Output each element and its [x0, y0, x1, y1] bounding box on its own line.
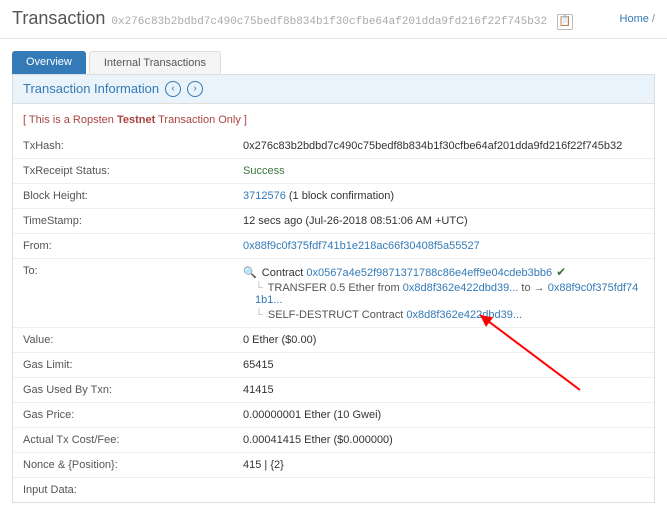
- row-gasused: Gas Used By Txn: 41415: [13, 377, 654, 402]
- value-gasprice: 0.00000001 Ether (10 Gwei): [243, 409, 644, 421]
- tabs: Overview Internal Transactions: [12, 51, 655, 74]
- tab-overview[interactable]: Overview: [12, 51, 86, 74]
- label-receipt: TxReceipt Status:: [23, 165, 243, 177]
- value-receipt: Success: [243, 165, 644, 177]
- row-nonce: Nonce & {Position}: 415 | {2}: [13, 452, 654, 477]
- label-gasprice: Gas Price:: [23, 409, 243, 421]
- block-link[interactable]: 3712576: [243, 190, 286, 202]
- header-left: Transaction 0x276c83b2bdbd7c490c75bedf8b…: [12, 8, 573, 30]
- row-value: Value: 0 Ether ($0.00): [13, 327, 654, 352]
- label-block: Block Height:: [23, 190, 243, 202]
- info-panel: Transaction Information ‹ › [ This is a …: [12, 74, 655, 503]
- label-cost: Actual Tx Cost/Fee:: [23, 434, 243, 446]
- selfd-link[interactable]: 0x8d8f362e422dbd39...: [406, 309, 522, 321]
- transfer-line: └ TRANSFER 0.5 Ether from 0x8d8f362e422d…: [243, 282, 644, 306]
- search-icon[interactable]: 🔍: [243, 267, 257, 279]
- tree-icon: └: [255, 309, 263, 321]
- transfer-to-word: to →: [518, 282, 547, 294]
- value-timestamp: 12 secs ago (Jul-26-2018 08:51:06 AM +UT…: [243, 215, 644, 227]
- value-value: 0 Ether ($0.00): [243, 334, 644, 346]
- transfer-from-link[interactable]: 0x8d8f362e422dbd39...: [403, 282, 519, 294]
- prev-tx-icon[interactable]: ‹: [165, 81, 181, 97]
- contract-word: Contract: [259, 267, 307, 279]
- value-cost: 0.00041415 Ether ($0.000000): [243, 434, 644, 446]
- label-to: To:: [23, 265, 243, 277]
- value-to: 🔍 Contract 0x0567a4e52f9871371788c86e4ef…: [243, 265, 644, 321]
- label-from: From:: [23, 240, 243, 252]
- row-to: To: 🔍 Contract 0x0567a4e52f9871371788c86…: [13, 258, 654, 327]
- row-cost: Actual Tx Cost/Fee: 0.00041415 Ether ($0…: [13, 427, 654, 452]
- row-block: Block Height: 3712576 (1 block confirmat…: [13, 183, 654, 208]
- tx-fields: TxHash: 0x276c83b2bdbd7c490c75bedf8b834b…: [13, 134, 654, 502]
- from-link[interactable]: 0x88f9c0f375fdf741b1e218ac66f30408f5a555…: [243, 240, 480, 252]
- value-gasused: 41415: [243, 384, 644, 396]
- breadcrumb-home[interactable]: Home: [620, 13, 649, 25]
- row-txhash: TxHash: 0x276c83b2bdbd7c490c75bedf8b834b…: [13, 134, 654, 158]
- row-inputdata: Input Data:: [13, 477, 654, 502]
- page-header: Transaction 0x276c83b2bdbd7c490c75bedf8b…: [0, 0, 667, 39]
- copy-icon[interactable]: 📋: [557, 14, 573, 30]
- label-gaslimit: Gas Limit:: [23, 359, 243, 371]
- ropsten-notice: [ This is a Ropsten Testnet Transaction …: [13, 104, 654, 134]
- row-gasprice: Gas Price: 0.00000001 Ether (10 Gwei): [13, 402, 654, 427]
- value-nonce: 415 | {2}: [243, 459, 644, 471]
- selfdestruct-line: └ SELF-DESTRUCT Contract 0x8d8f362e422db…: [243, 309, 644, 321]
- transfer-text: TRANSFER 0.5 Ether from: [265, 282, 403, 294]
- ropsten-open: [ This is a Ropsten: [23, 114, 117, 126]
- label-txhash: TxHash:: [23, 140, 243, 152]
- value-block: 3712576 (1 block confirmation): [243, 190, 644, 202]
- next-tx-icon[interactable]: ›: [187, 81, 203, 97]
- panel-head: Transaction Information ‹ ›: [13, 75, 654, 104]
- header-hash: 0x276c83b2bdbd7c490c75bedf8b834b1f30cfbe…: [111, 16, 547, 28]
- ropsten-bold: Testnet: [117, 114, 155, 126]
- breadcrumb-sep: /: [649, 13, 655, 25]
- label-gasused: Gas Used By Txn:: [23, 384, 243, 396]
- selfd-text: SELF-DESTRUCT Contract: [265, 309, 407, 321]
- row-receipt: TxReceipt Status: Success: [13, 158, 654, 183]
- to-contract-link[interactable]: 0x0567a4e52f9871371788c86e4eff9e04cdeb3b…: [306, 267, 552, 279]
- label-inputdata: Input Data:: [23, 484, 243, 496]
- row-gaslimit: Gas Limit: 65415: [13, 352, 654, 377]
- page-title: Transaction: [12, 8, 105, 29]
- label-value: Value:: [23, 334, 243, 346]
- row-timestamp: TimeStamp: 12 secs ago (Jul-26-2018 08:5…: [13, 208, 654, 233]
- tab-internal[interactable]: Internal Transactions: [89, 51, 221, 74]
- tree-icon: └: [255, 282, 263, 294]
- panel-title: Transaction Information: [23, 81, 159, 96]
- value-gaslimit: 65415: [243, 359, 644, 371]
- value-from: 0x88f9c0f375fdf741b1e218ac66f30408f5a555…: [243, 240, 644, 252]
- ropsten-close: Transaction Only ]: [155, 114, 247, 126]
- value-txhash: 0x276c83b2bdbd7c490c75bedf8b834b1f30cfbe…: [243, 140, 644, 152]
- block-conf: (1 block confirmation): [286, 190, 394, 202]
- check-icon: ✔: [556, 265, 566, 279]
- breadcrumb: Home /: [620, 13, 655, 25]
- label-timestamp: TimeStamp:: [23, 215, 243, 227]
- row-from: From: 0x88f9c0f375fdf741b1e218ac66f30408…: [13, 233, 654, 258]
- label-nonce: Nonce & {Position}:: [23, 459, 243, 471]
